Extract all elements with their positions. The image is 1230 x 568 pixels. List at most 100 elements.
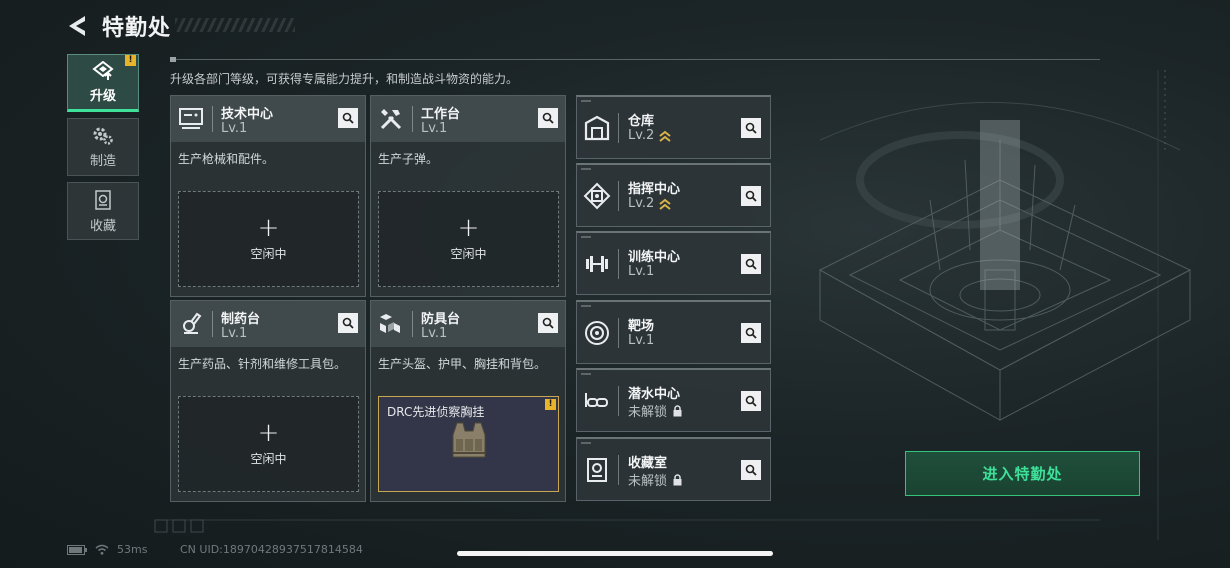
building-card-shooting-range[interactable]: 靶场 Lv.1 <box>576 300 771 364</box>
workbench-icon <box>380 109 402 130</box>
nav-tab-upgrade[interactable]: ! 升级 <box>67 54 139 112</box>
dept-card-header: 制药台 Lv.1 <box>171 301 365 347</box>
lock-icon <box>673 473 682 485</box>
dept-search-button[interactable] <box>538 313 558 333</box>
dept-description: 生产药品、针剂和维修工具包。 <box>178 357 347 371</box>
dept-card-tech-center[interactable]: 技术中心 Lv.1 生产枪械和配件。 + 空闲中 <box>170 95 366 297</box>
building-name: 训练中心 <box>628 250 681 265</box>
building-divider <box>618 386 619 416</box>
slot-status: 空闲中 <box>250 246 287 261</box>
production-slot-in-progress[interactable]: ! DRC先进侦察胸挂 <box>378 396 559 492</box>
building-level-text: Lv.2 <box>628 128 655 143</box>
home-indicator[interactable] <box>457 551 773 556</box>
dept-card-header: 防具台 Lv.1 <box>371 301 565 347</box>
upgrade-icon <box>92 60 114 80</box>
dept-description: 生产头盔、护甲、胸挂和背包。 <box>378 357 547 371</box>
dept-card-armor-bench[interactable]: 防具台 Lv.1 生产头盔、护甲、胸挂和背包。 ! DRC先进侦察胸挂 <box>370 300 566 502</box>
nav-label-collection: 收藏 <box>89 218 116 234</box>
building-search-button[interactable] <box>741 118 761 138</box>
nav-label-upgrade: 升级 <box>89 88 116 104</box>
building-card-command-center[interactable]: 指挥中心 Lv.2 <box>576 163 771 227</box>
building-level-text: Lv.1 <box>628 264 655 279</box>
warehouse-icon <box>584 115 610 141</box>
slot-item-name: DRC先进侦察胸挂 <box>387 405 485 419</box>
search-icon <box>542 112 554 124</box>
section-divider <box>170 57 1100 62</box>
building-name: 靶场 <box>628 319 655 334</box>
diving-mask-icon <box>585 393 608 407</box>
building-level: 未解锁 <box>628 401 683 420</box>
building-search-button[interactable] <box>741 254 761 274</box>
dept-level: Lv.1 <box>421 326 448 341</box>
building-level: 未解锁 <box>628 470 683 489</box>
nav-tab-craft[interactable]: 制造 <box>67 118 139 176</box>
production-slot-idle[interactable]: + 空闲中 <box>178 396 359 492</box>
command-center-icon <box>583 182 611 210</box>
building-lock-status: 未解锁 <box>628 474 668 489</box>
building-level: Lv.2 <box>628 128 671 143</box>
nav-alert-badge: ! <box>125 55 136 66</box>
enter-special-ops-button[interactable]: 进入特勤处 <box>905 451 1140 496</box>
section-description: 升级各部门等级，可获得专属能力提升，和制造战斗物资的能力。 <box>170 72 519 86</box>
building-search-button[interactable] <box>741 186 761 206</box>
dept-description: 生产枪械和配件。 <box>178 152 275 166</box>
wifi-icon <box>95 544 109 555</box>
building-card-collection-room[interactable]: 收藏室 未解锁 <box>576 437 771 501</box>
dept-divider <box>412 106 413 132</box>
search-icon <box>745 327 757 339</box>
building-card-diving-center[interactable]: 潜水中心 未解锁 <box>576 368 771 432</box>
dept-search-button[interactable] <box>338 313 358 333</box>
user-uid: CN UID:18970428937517814584 <box>180 543 363 556</box>
search-icon <box>342 317 354 329</box>
dept-divider <box>212 311 213 337</box>
page-header: 特勤处 <box>64 10 171 42</box>
dept-name: 技术中心 <box>221 107 274 122</box>
dept-name: 防具台 <box>421 312 461 327</box>
side-nav: ! 升级 制造 收藏 <box>67 54 139 246</box>
search-icon <box>745 464 757 476</box>
dept-card-workbench[interactable]: 工作台 Lv.1 生产子弹。 + 空闲中 <box>370 95 566 297</box>
dept-name: 制药台 <box>221 312 261 327</box>
dept-divider <box>412 311 413 337</box>
building-name: 潜水中心 <box>628 387 681 402</box>
production-slot-idle[interactable]: + 空闲中 <box>378 191 559 287</box>
building-search-button[interactable] <box>741 460 761 480</box>
gears-icon <box>93 127 113 145</box>
enter-button-label: 进入特勤处 <box>982 465 1063 483</box>
headquarters-model-illustration <box>818 120 1192 421</box>
ping-value: 53ms <box>117 543 148 556</box>
dept-card-header: 工作台 Lv.1 <box>371 96 565 142</box>
production-slot-idle[interactable]: + 空闲中 <box>178 191 359 287</box>
nav-label-craft: 制造 <box>89 153 116 169</box>
search-icon <box>745 190 757 202</box>
search-icon <box>542 317 554 329</box>
building-card-warehouse[interactable]: 仓库 Lv.2 <box>576 95 771 159</box>
back-button[interactable] <box>64 11 90 41</box>
building-name: 收藏室 <box>628 456 668 471</box>
dept-search-button[interactable] <box>338 108 358 128</box>
building-search-button[interactable] <box>741 391 761 411</box>
page-title: 特勤处 <box>102 16 172 41</box>
nav-tab-collection[interactable]: 收藏 <box>67 182 139 240</box>
building-card-training-center[interactable]: 训练中心 Lv.1 <box>576 231 771 295</box>
building-level: Lv.2 <box>628 196 671 211</box>
back-arrow-icon <box>69 16 85 36</box>
building-level: Lv.1 <box>628 264 654 279</box>
collection-icon <box>95 189 111 210</box>
slot-alert-badge: ! <box>545 399 556 410</box>
plus-icon: + <box>457 212 480 243</box>
building-level-text: Lv.2 <box>628 196 655 211</box>
building-divider <box>618 318 619 348</box>
search-icon <box>745 395 757 407</box>
building-divider <box>618 249 619 279</box>
dept-card-pharmacy[interactable]: 制药台 Lv.1 生产药品、针剂和维修工具包。 + 空闲中 <box>170 300 366 502</box>
status-bar: 53ms <box>67 543 147 556</box>
armor-bench-icon <box>380 314 400 333</box>
building-divider <box>618 455 619 485</box>
plus-icon: + <box>257 417 280 448</box>
dept-search-button[interactable] <box>538 108 558 128</box>
tech-center-icon <box>179 108 203 129</box>
battery-icon <box>67 544 87 555</box>
building-search-button[interactable] <box>741 323 761 343</box>
plus-icon: + <box>257 212 280 243</box>
